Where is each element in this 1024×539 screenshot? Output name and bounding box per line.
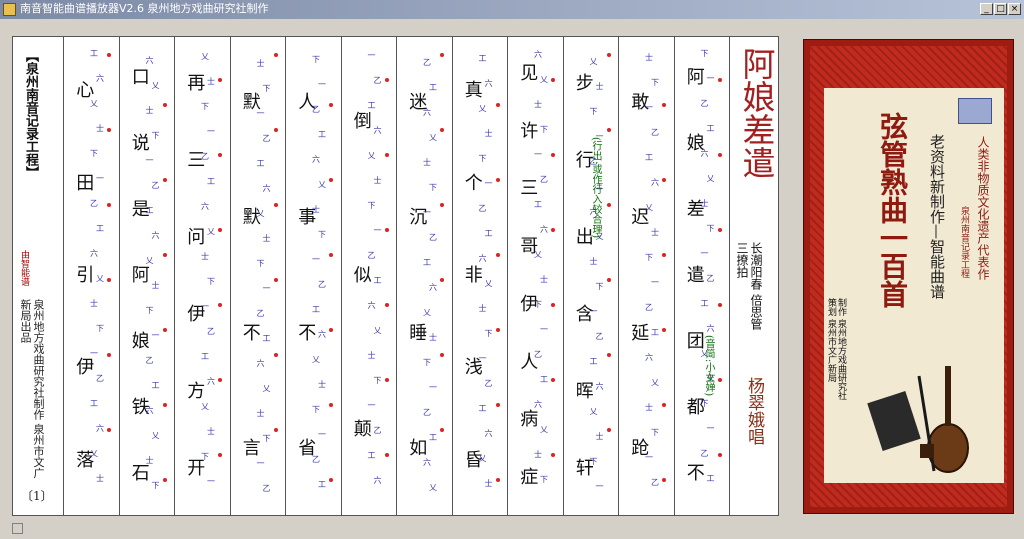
minimize-button[interactable]: _: [980, 3, 993, 15]
notation-marks: 六乂士下一乙工六乂士下一乙工六乂士下: [508, 49, 563, 503]
app-icon: [3, 3, 16, 16]
smart-score-tag: 由智能谱: [19, 250, 29, 286]
unesco-logo-icon: [958, 98, 992, 124]
window-title-bar: 南音智能曲谱播放器V2.6 泉州地方戏曲研究社制作 _ □ ×: [0, 0, 1024, 19]
score-column: 倒似颠一乙工六乂士下一乙工六乂士下一乙工六: [340, 37, 397, 515]
close-button[interactable]: ×: [1008, 3, 1021, 15]
score-page: 【泉州南音记录工程】 由智能谱 泉州地方戏曲研究社制作 泉州市文广新局出品 〔1…: [12, 36, 779, 516]
publisher-credit: 泉州地方戏曲研究社制作 泉州市文广新局出品: [19, 299, 45, 479]
score-column: 阿娘差遣团都不下一乙工六乂士下一乙工六乂士下一乙工: [673, 37, 730, 515]
annotation-xingchu: (行出:或作行入较合理): [590, 137, 601, 239]
score-side-info: 【泉州南音记录工程】 由智能谱 泉州地方戏曲研究社制作 泉州市文广新局出品 〔1…: [13, 37, 63, 515]
score-column: 口说是阿娘铁石六乂士下一乙工六乂士下一乙工六乂士下: [118, 37, 175, 515]
song-title-column: 阿娘差遣 长潮阳春 倍思管三撩拍 杨翠娥唱: [731, 37, 778, 515]
notation-marks: 下一乙工六乂士下一乙工六乂士下一乙工: [286, 49, 341, 503]
cover-subtitle: 老资料新制作—智能曲谱: [928, 134, 946, 299]
score-column: 再三问伊方开乂士下一乙工六乂士下一乙工六乂士下一: [174, 37, 230, 515]
cover-heritage: 人类非物质文化遗产代表作: [976, 136, 990, 280]
score-column: 默默不言士下一乙工六乂士下一乙工六乂士下一乙: [229, 37, 286, 515]
notation-marks: 工六乂士下一乙工六乂士下一乙工六乂士: [453, 49, 508, 503]
notation-marks: 六乂士下一乙工六乂士下一乙工六乂士下: [120, 49, 175, 503]
singer-name: 杨翠娥唱: [744, 377, 764, 445]
page-number: 〔1〕: [21, 489, 53, 503]
score-columns: 心田引伊落工六乂士下一乙工六乂士下一乙工六乂士口说是阿娘铁石六乂士下一乙工六乂士…: [63, 37, 730, 515]
notation-marks: 一乙工六乂士下一乙工六乂士下一乙工六: [342, 49, 397, 503]
notation-marks: 乙工六乂士下一乙工六乂士下一乙工六乂: [397, 49, 452, 503]
notation-marks: 士下一乙工六乂士下一乙工六乂士下一乙: [231, 49, 286, 503]
notation-marks: 乂士下一乙工六乂士下一乙工六乂士下一: [175, 49, 230, 503]
notation-marks: 士下一乙工六乂士下一乙工六乂士下一乙: [619, 49, 674, 503]
notation-marks: 工六乂士下一乙工六乂士下一乙工六乂士: [64, 49, 119, 503]
cover-project: 泉州南音记录工程: [959, 206, 969, 278]
maximize-button[interactable]: □: [994, 3, 1007, 15]
project-title: 【泉州南音记录工程】: [23, 49, 38, 179]
song-title: 阿娘差遣: [737, 47, 776, 179]
score-column: 敢迟延跄士下一乙工六乂士下一乙工六乂士下一乙: [618, 37, 674, 515]
notation-marks: 下一乙工六乂士下一乙工六乂士下一乙工: [675, 49, 730, 503]
album-cover: 弦管熟曲一百首 老资料新制作—智能曲谱 人类非物质文化遗产代表作 泉州南音记录工…: [803, 39, 1014, 514]
annotation-yinjian: (音简:小女婵): [703, 335, 714, 397]
instruments-icon: [867, 366, 969, 473]
score-column: 真个非浅昏工六乂士下一乙工六乂士下一乙工六乂士: [451, 37, 508, 515]
window-title: 南音智能曲谱播放器V2.6 泉州地方戏曲研究社制作: [20, 2, 269, 15]
notation-marks: 乂士下一乙工六乂士下一乙工六乂士下一: [564, 49, 619, 503]
score-column: 心田引伊落工六乂士下一乙工六乂士下一乙工六乂士: [63, 37, 119, 515]
score-column: 迷沉睡如乙工六乂士下一乙工六乂士下一乙工六乂: [396, 37, 452, 515]
score-column: 人事不省下一乙工六乂士下一乙工六乂士下一乙工: [285, 37, 341, 515]
cover-title: 弦管熟曲一百首: [876, 112, 909, 308]
scroll-handle[interactable]: [12, 523, 23, 534]
song-meta: 长潮阳春 倍思管三撩拍: [735, 242, 763, 330]
cover-credit: 制作 泉州地方戏曲研究社 策划 泉州市文广新局: [826, 298, 846, 400]
score-column: 步行出含晖轩乂士下一乙工六乂士下一乙工六乂士下一: [562, 37, 619, 515]
score-column: 见许三哥伊人病症六乂士下一乙工六乂士下一乙工六乂士下: [507, 37, 563, 515]
